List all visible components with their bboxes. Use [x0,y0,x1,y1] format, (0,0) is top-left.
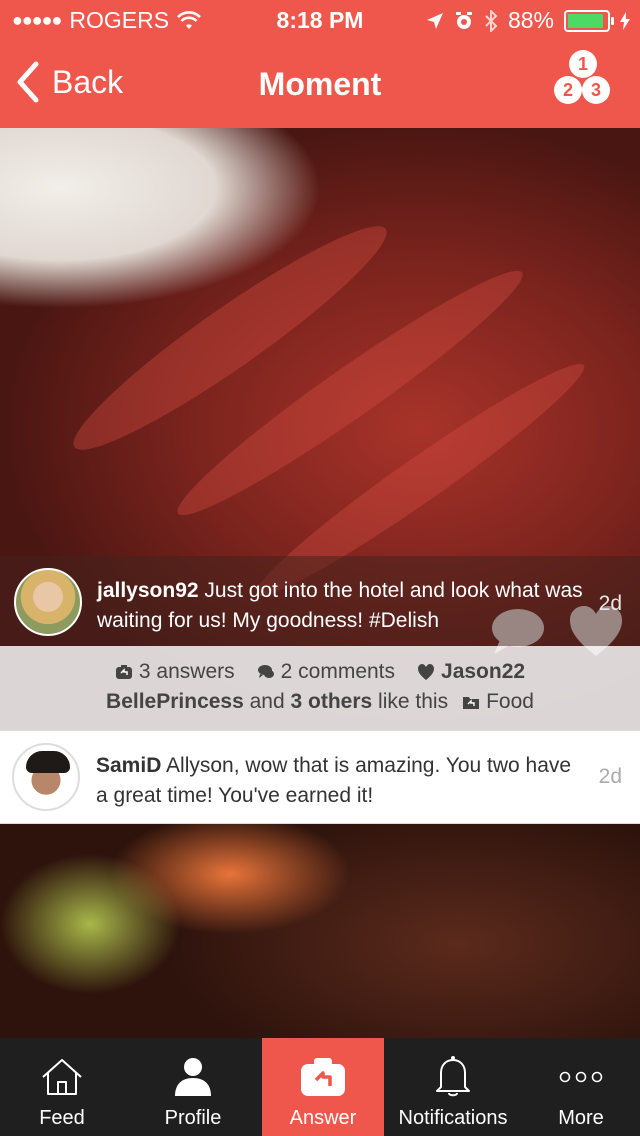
battery-percent: 88% [507,7,554,33]
logo-ball-1: 1 [569,50,597,78]
comments-label: 2 comments [280,660,396,683]
navigation-bar: Back Moment 1 2 3 [0,48,640,118]
app-logo[interactable]: 1 2 3 [554,50,612,112]
answers-label: 3 answers [138,660,235,683]
comment-item: SamiD Allyson, wow that is amazing. You … [0,730,640,824]
comment-text: Allyson, wow that is amazing. You two ha… [96,754,572,807]
logo-ball-2: 2 [554,76,582,104]
more-dots-icon [558,1054,604,1100]
liked-by-name: BellePrincess [106,690,244,713]
post-username[interactable]: jallyson92 [97,579,199,602]
tab-profile[interactable]: Profile [124,1038,262,1136]
post-timestamp: 2d [598,592,622,615]
bluetooth-icon [485,9,498,32]
comments-count[interactable]: 2 comments [257,660,395,684]
camera-reply-icon [115,665,132,679]
comment-timestamp: 2d [598,765,622,788]
tab-feed[interactable]: Feed [0,1038,124,1136]
second-photo[interactable] [0,824,640,1038]
home-icon [39,1054,85,1100]
tab-bar: Feed Profile Answer Notifications More [0,1038,640,1136]
folder-icon [463,697,480,709]
tab-more[interactable]: More [522,1038,640,1136]
tab-answer[interactable]: Answer [262,1038,384,1136]
liker[interactable]: Jason22 [417,660,525,684]
avatar[interactable] [12,743,80,811]
location-arrow-icon [426,12,443,29]
alarm-icon [455,11,472,29]
reply-camera-icon [300,1054,346,1100]
comments-icon [257,665,274,678]
page-title: Moment [258,66,382,102]
person-icon [170,1054,216,1100]
status-bar: ●●●●● ROGERS 8:18 PM 88% [0,0,640,40]
likes-summary[interactable]: BellePrincess and 3 others like this [106,690,448,714]
heart-small-icon [418,664,435,680]
liker-name: Jason22 [441,660,526,683]
logo-ball-3: 3 [582,76,610,104]
comment-username[interactable]: SamiD [96,754,161,777]
liked-by-others: 3 others [290,690,373,713]
post-stats: 3 answers 2 comments Jason22 BellePrince… [0,646,640,730]
tab-notifications[interactable]: Notifications [384,1038,522,1136]
category-label: Food [486,690,534,713]
category-tag[interactable]: Food [462,690,534,714]
avatar[interactable] [14,568,82,636]
answers-count[interactable]: 3 answers [115,660,235,684]
bell-icon [430,1054,476,1100]
charging-bolt-icon [620,11,630,30]
battery-icon [564,9,614,32]
post-caption: jallyson92 Just got into the hotel and l… [0,556,640,646]
header: ●●●●● ROGERS 8:18 PM 88% Back Moment 1 2 [0,0,640,128]
